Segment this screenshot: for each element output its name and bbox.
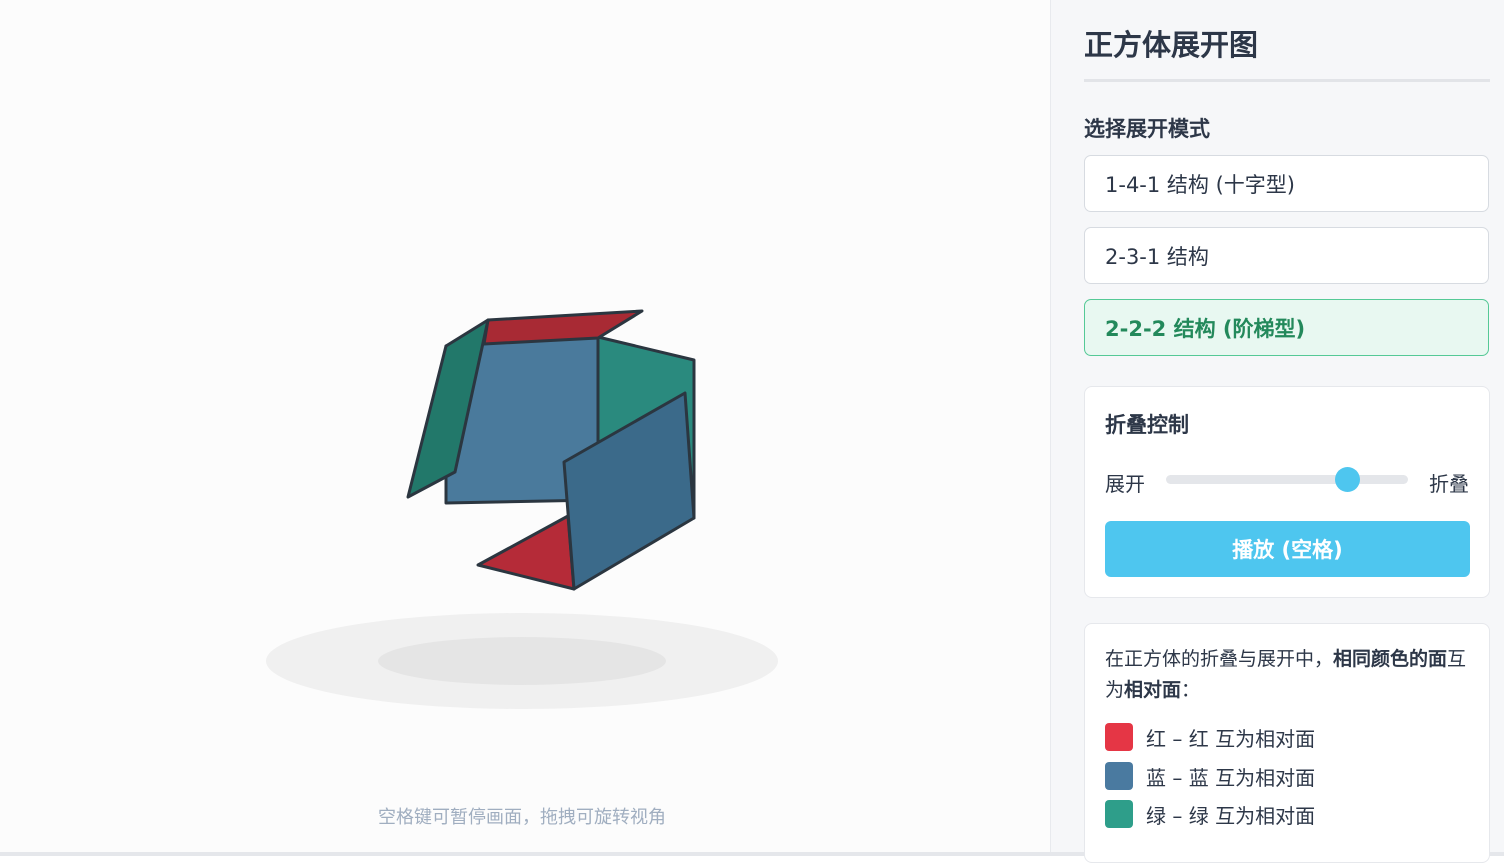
- blue-swatch: [1105, 762, 1133, 790]
- panel-title: 正方体展开图: [1084, 28, 1259, 62]
- info-text-prefix: 在正方体的折叠与展开中，: [1105, 648, 1334, 670]
- mode-section-label: 选择展开模式: [1084, 117, 1210, 141]
- red-swatch: [1105, 723, 1133, 751]
- legend-item-red: 红 – 红 互为相对面: [1105, 723, 1315, 751]
- green-swatch: [1105, 800, 1133, 828]
- mode-button-141[interactable]: 1-4-1 结构 (十字型): [1084, 155, 1489, 212]
- fold-slider-thumb[interactable]: [1335, 467, 1360, 492]
- play-button[interactable]: 播放 (空格): [1105, 521, 1470, 577]
- legend-item-blue: 蓝 – 蓝 互为相对面: [1105, 762, 1315, 790]
- fold-control-title: 折叠控制: [1105, 413, 1189, 437]
- floor-shadow-inner: [378, 637, 666, 685]
- mode-button-231[interactable]: 2-3-1 结构: [1084, 227, 1489, 284]
- fold-control-card: 折叠控制 展开 折叠 播放 (空格): [1084, 386, 1490, 598]
- cube-bottom-face: [476, 514, 576, 591]
- info-text-suffix: ：: [1181, 679, 1201, 701]
- info-text: 在正方体的折叠与展开中，相同颜色的面互为相对面：: [1105, 644, 1475, 706]
- cube-viewport[interactable]: 空格键可暂停画面，拖拽可旋转视角: [0, 0, 1050, 856]
- info-text-highlight-color: 相同颜色的面: [1333, 648, 1448, 670]
- cube-scene[interactable]: [0, 0, 1050, 856]
- info-text-highlight-opposite: 相对面: [1124, 679, 1182, 701]
- slider-min-label: 展开: [1105, 472, 1145, 496]
- legend-label-green: 绿 – 绿 互为相对面: [1146, 803, 1316, 828]
- interaction-hint: 空格键可暂停画面，拖拽可旋转视角: [378, 807, 666, 828]
- mode-button-222[interactable]: 2-2-2 结构 (阶梯型): [1084, 299, 1489, 356]
- control-panel: 正方体展开图 选择展开模式 1-4-1 结构 (十字型) 2-3-1 结构 2-…: [1050, 0, 1504, 863]
- info-card: 在正方体的折叠与展开中，相同颜色的面互为相对面： 红 – 红 互为相对面 蓝 –…: [1084, 623, 1490, 863]
- slider-max-label: 折叠: [1429, 472, 1469, 496]
- legend-label-red: 红 – 红 互为相对面: [1146, 726, 1316, 751]
- fold-slider[interactable]: [1166, 467, 1408, 492]
- cube-top-face: [482, 309, 644, 346]
- legend-item-green: 绿 – 绿 互为相对面: [1105, 800, 1315, 828]
- legend-label-blue: 蓝 – 蓝 互为相对面: [1146, 765, 1316, 790]
- title-divider: [1084, 79, 1490, 82]
